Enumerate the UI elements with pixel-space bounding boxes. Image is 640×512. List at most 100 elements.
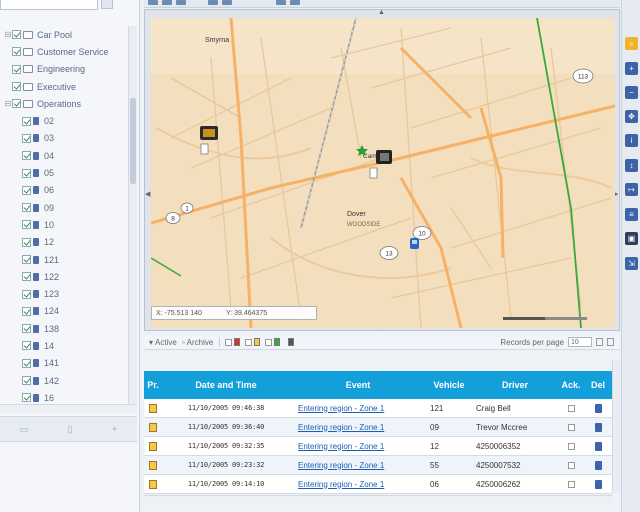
event-row[interactable]: 11/10/2005 09:36:40 Entering region - Zon…: [144, 418, 612, 437]
tree-vehicle-item[interactable]: 123: [0, 285, 128, 302]
rail-route-icon[interactable]: ↦: [625, 183, 638, 196]
tree-action-edit-icon[interactable]: ▯: [68, 424, 73, 435]
acknowledge-checkbox[interactable]: [567, 480, 575, 488]
tree-group-item[interactable]: ⊟ Operations: [0, 95, 128, 112]
tree-checkbox[interactable]: [12, 64, 21, 74]
rail-zoom-out-icon[interactable]: −: [625, 86, 638, 99]
tree-checkbox[interactable]: [22, 185, 31, 195]
rail-print-icon[interactable]: ▣: [625, 232, 638, 245]
tree-group-item[interactable]: ⊟ Car Pool: [0, 26, 128, 43]
header-driver[interactable]: Driver: [472, 380, 558, 390]
map-canvas[interactable]: 113 13 10 8 1 Smyrna Dover WOODSIDE Camd…: [151, 18, 615, 328]
tree-vehicle-item[interactable]: 02: [0, 112, 128, 129]
tree-scroll-thumb[interactable]: [130, 98, 136, 184]
event-row[interactable]: 11/10/2005 09:23:32 Entering region - Zon…: [144, 456, 612, 475]
tree-group-item[interactable]: Customer Service: [0, 43, 128, 60]
tree-action-remove-icon[interactable]: +: [112, 424, 117, 434]
tree-checkbox[interactable]: [12, 30, 21, 40]
header-ack[interactable]: Ack.: [558, 380, 584, 390]
acknowledge-checkbox[interactable]: [567, 461, 575, 469]
rail-zoom-in-icon[interactable]: +: [625, 62, 638, 75]
tree-vehicle-item[interactable]: 14: [0, 337, 128, 354]
tree-vehicle-item[interactable]: 05: [0, 164, 128, 181]
tree-vehicle-item[interactable]: 121: [0, 251, 128, 268]
map-pan-left-icon[interactable]: ◀: [145, 190, 150, 198]
vehicle-marker-car[interactable]: [410, 238, 419, 249]
export-icon[interactable]: [288, 338, 295, 346]
tree-vehicle-item[interactable]: 141: [0, 355, 128, 372]
rail-pan-icon[interactable]: ✥: [625, 110, 638, 123]
tree-checkbox[interactable]: [22, 393, 31, 403]
tree-vehicle-item[interactable]: 06: [0, 182, 128, 199]
event-link[interactable]: Entering region - Zone 1: [298, 461, 384, 470]
tree-checkbox[interactable]: [22, 341, 31, 351]
delete-icon[interactable]: [594, 422, 602, 432]
tree-checkbox[interactable]: [22, 220, 31, 230]
toolbar-pan-icon[interactable]: [222, 0, 232, 5]
acknowledge-checkbox[interactable]: [567, 404, 575, 412]
map-view[interactable]: ▲ ▼ ◀ ▶: [144, 9, 620, 331]
rail-measure-icon[interactable]: ↕: [625, 159, 638, 172]
event-link[interactable]: Entering region - Zone 1: [298, 480, 384, 489]
filter-yellow-checkbox[interactable]: [245, 338, 253, 346]
tree-checkbox[interactable]: [22, 255, 31, 264]
tree-checkbox[interactable]: [22, 324, 31, 334]
tree-group-item[interactable]: Engineering: [0, 61, 128, 78]
tree-vehicle-item[interactable]: 16: [0, 389, 128, 404]
tree-checkbox[interactable]: [22, 203, 31, 213]
rail-layers-icon[interactable]: ≡: [625, 208, 638, 221]
tree-checkbox[interactable]: [22, 376, 31, 386]
header-event[interactable]: Event: [290, 380, 426, 390]
grid-vertical-scrollbar[interactable]: [612, 360, 621, 493]
tree-vehicle-item[interactable]: 09: [0, 199, 128, 216]
event-row[interactable]: 11/10/2005 09:32:35 Entering region - Zon…: [144, 437, 612, 456]
tree-vehicle-item[interactable]: 142: [0, 372, 128, 389]
event-link[interactable]: Entering region - Zone 1: [298, 442, 384, 451]
header-datetime[interactable]: Date and Time: [162, 380, 290, 390]
filter-red-checkbox[interactable]: [225, 338, 233, 346]
grid-horizontal-scrollbar[interactable]: [144, 495, 612, 504]
header-priority[interactable]: Pr.: [144, 380, 162, 390]
map-pan-up-icon[interactable]: ▲: [378, 9, 385, 16]
filter-active-button[interactable]: ▾ Active: [149, 338, 177, 347]
delete-icon[interactable]: [594, 403, 602, 413]
tree-scrollbar[interactable]: [128, 26, 137, 404]
tree-vehicle-item[interactable]: 124: [0, 303, 128, 320]
tree-checkbox[interactable]: [22, 168, 31, 178]
tree-checkbox[interactable]: [12, 82, 21, 92]
page-prev-icon[interactable]: [596, 338, 603, 346]
tree-expander-icon[interactable]: ⊟: [4, 99, 12, 108]
tree-vehicle-item[interactable]: 10: [0, 216, 128, 233]
tree-group-item[interactable]: Executive: [0, 78, 128, 95]
event-row[interactable]: 11/10/2005 09:14:10 Entering region - Zon…: [144, 475, 612, 494]
toolbar-map-icon[interactable]: [148, 0, 158, 5]
event-link[interactable]: Entering region - Zone 1: [298, 404, 384, 413]
tree-checkbox[interactable]: [12, 99, 21, 109]
toolbar-center-icon[interactable]: [290, 0, 300, 5]
tree-checkbox[interactable]: [12, 47, 21, 57]
tree-vehicle-item[interactable]: 04: [0, 147, 128, 164]
acknowledge-checkbox[interactable]: [567, 442, 575, 450]
tree-checkbox[interactable]: [22, 272, 31, 282]
event-row[interactable]: 11/10/2005 09:46:38 Entering region - Zon…: [144, 399, 612, 418]
toolbar-refresh-icon[interactable]: [276, 0, 286, 5]
rail-info-icon[interactable]: i: [625, 134, 638, 147]
rail-zoom-box-icon[interactable]: ⌕: [625, 37, 638, 50]
tree-vehicle-item[interactable]: 122: [0, 268, 128, 285]
delete-icon[interactable]: [594, 479, 602, 489]
tree-checkbox[interactable]: [22, 306, 31, 316]
tree-checkbox[interactable]: [22, 237, 31, 247]
tree-checkbox[interactable]: [22, 358, 31, 368]
tree-search-button[interactable]: [101, 0, 113, 9]
tree-checkbox[interactable]: [22, 116, 31, 126]
tree-horizontal-scrollbar[interactable]: [0, 404, 137, 413]
header-del[interactable]: Del: [584, 380, 612, 390]
tree-checkbox[interactable]: [22, 289, 31, 299]
filter-green-checkbox[interactable]: [265, 338, 273, 346]
toolbar-print-icon[interactable]: [176, 0, 186, 5]
delete-icon[interactable]: [594, 460, 602, 470]
acknowledge-checkbox[interactable]: [567, 423, 575, 431]
tree-action-add-icon[interactable]: ▭: [20, 424, 29, 435]
tree-vehicle-item[interactable]: 138: [0, 320, 128, 337]
filter-archive-button[interactable]: ▫ Archive: [182, 338, 214, 347]
